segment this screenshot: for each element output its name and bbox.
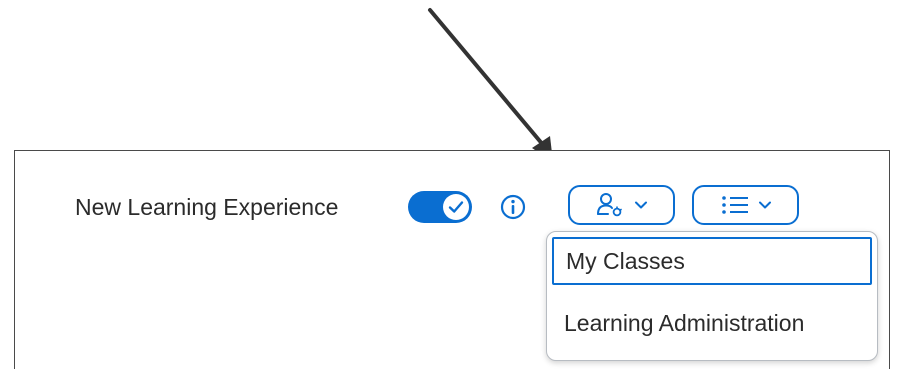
toggle-knob — [443, 194, 469, 220]
screenshot-stage: New Learning Experience My Classes Learn… — [0, 0, 910, 369]
role-switcher-button[interactable] — [568, 185, 675, 225]
info-button[interactable] — [499, 193, 527, 221]
list-icon — [721, 196, 748, 214]
info-icon — [500, 194, 526, 220]
menu-item-learning-administration[interactable]: Learning Administration — [552, 301, 872, 349]
chevron-down-icon — [758, 201, 771, 209]
new-learning-experience-label: New Learning Experience — [75, 194, 339, 220]
header-toolbar: New Learning Experience — [15, 178, 889, 234]
menu-item-my-classes[interactable]: My Classes — [552, 237, 872, 285]
app-frame: New Learning Experience My Classes Learn… — [14, 150, 890, 369]
new-learning-experience-toggle[interactable] — [408, 191, 472, 223]
role-dropdown-menu: My Classes Learning Administration — [546, 231, 878, 361]
chevron-down-icon — [634, 201, 647, 209]
checkmark-icon — [448, 201, 464, 213]
user-role-icon — [596, 193, 622, 217]
list-menu-button[interactable] — [692, 185, 799, 225]
